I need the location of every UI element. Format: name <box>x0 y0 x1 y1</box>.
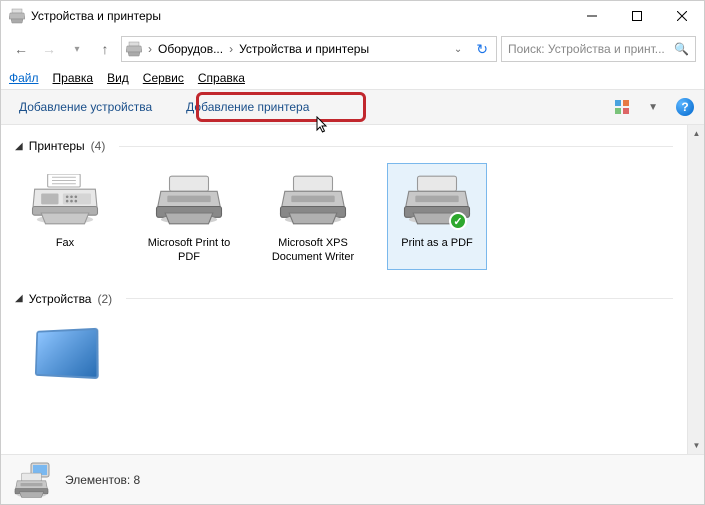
address-icon <box>126 41 142 57</box>
scroll-down-arrow[interactable]: ▼ <box>688 437 704 454</box>
device-label: Microsoft XPS Document Writer <box>268 236 358 265</box>
statusbar: Элементов: 8 <box>1 454 704 504</box>
app-icon <box>9 8 25 24</box>
device-label: Print as a PDF <box>392 236 482 250</box>
breadcrumb-parent[interactable]: Оборудов... <box>158 42 223 56</box>
fax-icon <box>25 168 105 232</box>
vertical-scrollbar[interactable]: ▲ ▼ <box>687 125 704 454</box>
collapse-icon: ◢ <box>15 293 23 304</box>
group-printers-title: Принтеры <box>29 139 85 153</box>
device-label: Microsoft Print to PDF <box>144 236 234 265</box>
status-thumb-icon <box>13 460 53 500</box>
device-print-as-pdf[interactable]: ✓ Print as a PDF <box>387 163 487 270</box>
titlebar: Устройства и принтеры <box>1 1 704 31</box>
window: Устройства и принтеры ← → ▾ ↑ › Оборудов… <box>0 0 705 505</box>
minimize-button[interactable] <box>569 1 614 31</box>
menu-tools[interactable]: Сервис <box>143 71 184 85</box>
back-button[interactable]: ← <box>9 37 33 61</box>
printer-icon <box>149 168 229 232</box>
device-ms-xps[interactable]: Microsoft XPS Document Writer <box>263 163 363 270</box>
maximize-button[interactable] <box>614 1 659 31</box>
device-label: Fax <box>20 236 110 250</box>
device-fax[interactable]: Fax <box>15 163 115 270</box>
add-device-button[interactable]: Добавление устройства <box>11 96 160 118</box>
default-check-icon: ✓ <box>449 212 467 230</box>
navbar: ← → ▾ ↑ › Оборудов... › Устройства и при… <box>1 31 704 67</box>
search-placeholder: Поиск: Устройства и принт... <box>508 42 665 56</box>
help-button[interactable]: ? <box>676 98 694 116</box>
printer-icon <box>273 168 353 232</box>
status-count: 8 <box>134 473 141 487</box>
menubar: Файл Правка Вид Сервис Справка <box>1 67 704 89</box>
window-title: Устройства и принтеры <box>31 9 569 23</box>
recent-dropdown[interactable]: ▾ <box>65 37 89 61</box>
device-monitor[interactable] <box>15 316 115 394</box>
device-ms-print-pdf[interactable]: Microsoft Print to PDF <box>139 163 239 270</box>
group-devices-header[interactable]: ◢ Устройства (2) <box>15 292 673 306</box>
address-bar[interactable]: › Оборудов... › Устройства и принтеры ⌄ … <box>121 36 497 62</box>
toolbar: Добавление устройства Добавление принтер… <box>1 89 704 125</box>
close-button[interactable] <box>659 1 704 31</box>
add-printer-button[interactable]: Добавление принтера <box>178 96 317 118</box>
up-button[interactable]: ↑ <box>93 37 117 61</box>
group-devices-title: Устройства <box>29 292 92 306</box>
content-area: ◢ Принтеры (4) Fax Microsoft Print to PD… <box>1 125 687 454</box>
status-label: Элементов: <box>65 473 130 487</box>
monitor-icon <box>25 321 105 385</box>
refresh-button[interactable]: ↻ <box>472 41 492 58</box>
menu-view[interactable]: Вид <box>107 71 129 85</box>
breadcrumb-sep: › <box>148 42 152 56</box>
breadcrumb-sep: › <box>229 42 233 56</box>
menu-edit[interactable]: Правка <box>53 71 94 85</box>
group-printers-header[interactable]: ◢ Принтеры (4) <box>15 139 673 153</box>
view-options-button[interactable] <box>614 99 630 115</box>
forward-button[interactable]: → <box>37 37 61 61</box>
group-printers-count: (4) <box>91 139 106 153</box>
view-dropdown[interactable]: ▼ <box>648 102 658 113</box>
breadcrumb-current[interactable]: Устройства и принтеры <box>239 42 369 56</box>
menu-file[interactable]: Файл <box>9 71 39 85</box>
printer-icon: ✓ <box>397 168 477 232</box>
group-devices-count: (2) <box>97 292 112 306</box>
collapse-icon: ◢ <box>15 141 23 152</box>
search-input[interactable]: Поиск: Устройства и принт... 🔍 <box>501 36 696 62</box>
scroll-up-arrow[interactable]: ▲ <box>688 125 704 142</box>
search-icon: 🔍 <box>674 42 689 56</box>
menu-help[interactable]: Справка <box>198 71 245 85</box>
address-dropdown[interactable]: ⌄ <box>450 44 466 55</box>
